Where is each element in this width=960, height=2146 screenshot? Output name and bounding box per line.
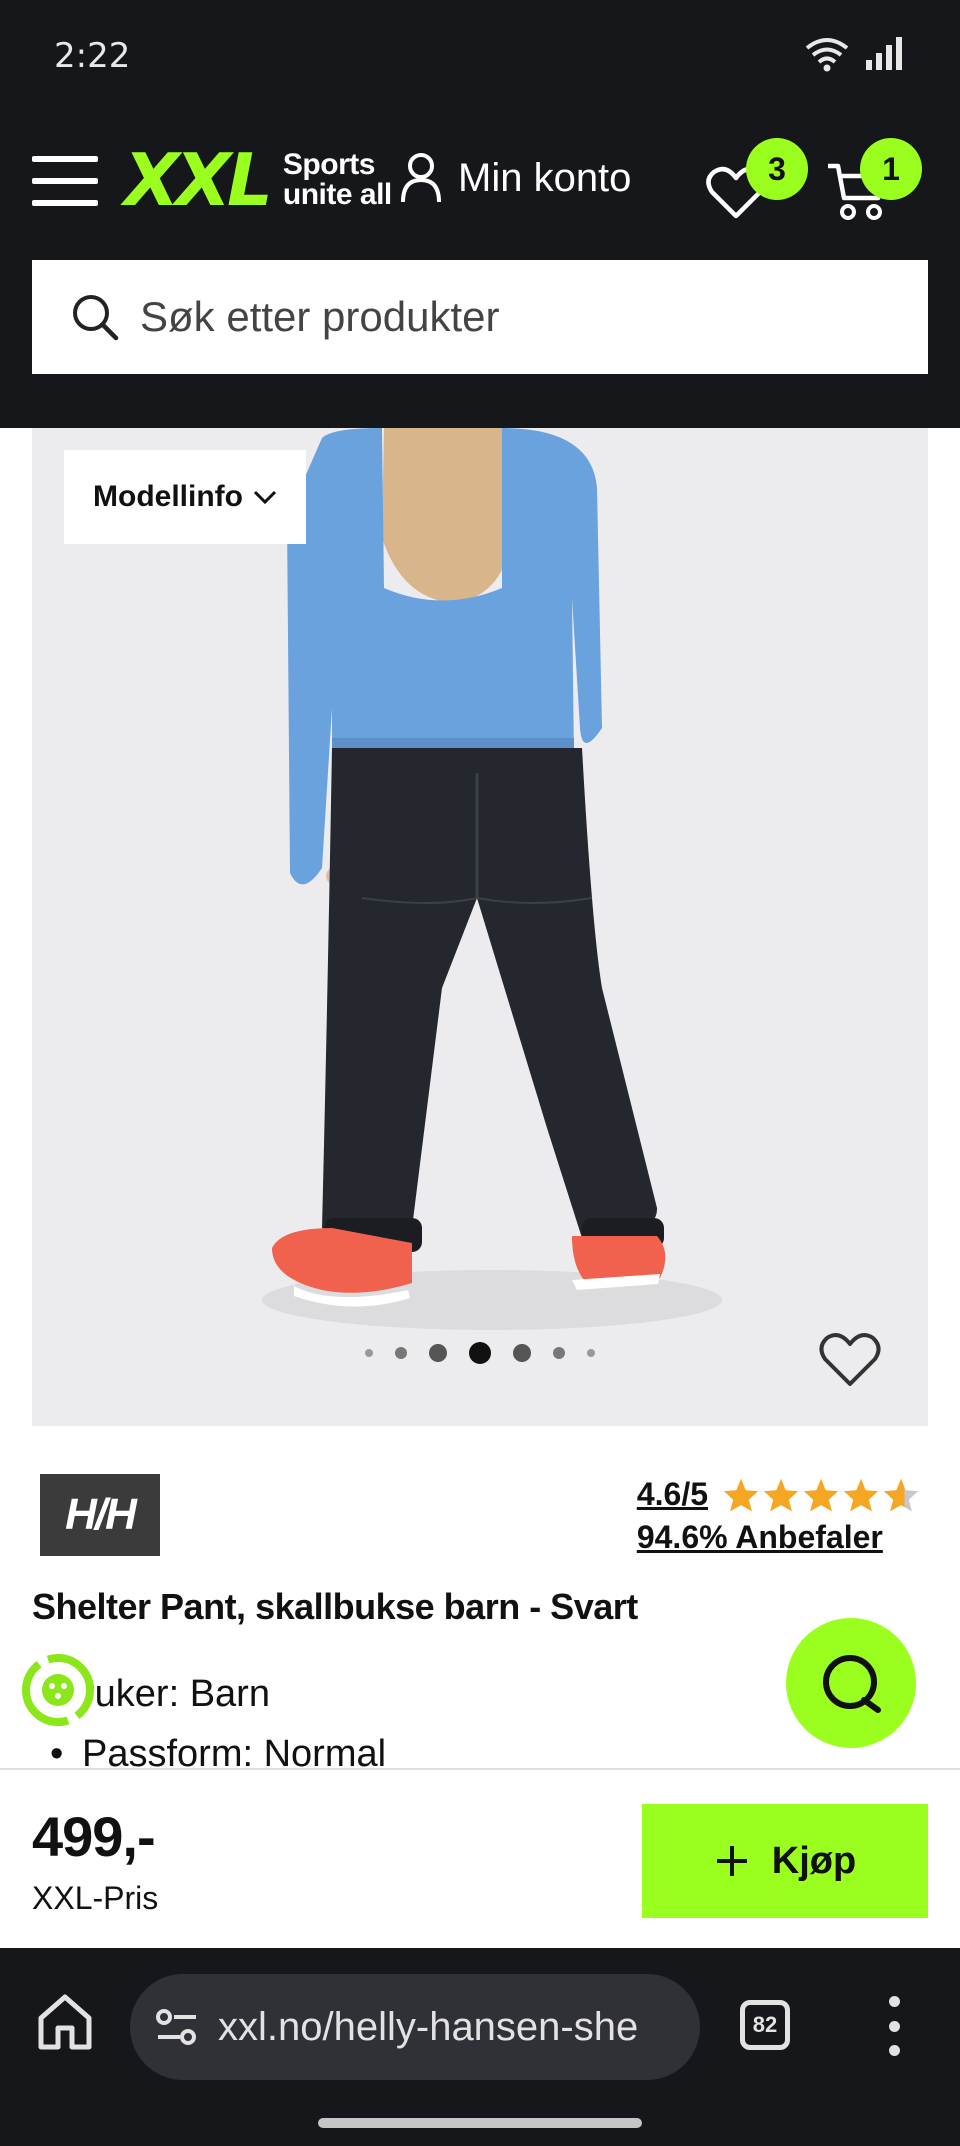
recycle-icon [22,1654,94,1726]
search-placeholder: Søk etter produkter [140,293,500,340]
price-label: XXL-Pris [32,1880,159,1916]
menu-icon-line [32,156,98,162]
pagination-dot[interactable] [429,1344,447,1362]
xxl-logo[interactable]: XXL Sports unite all [124,144,392,216]
menu-icon-line [32,178,98,184]
recommend-percentage[interactable]: 94.6% Anbefaler [637,1519,920,1556]
more-dot [888,1996,900,2007]
user-icon [401,153,441,203]
status-icons [804,36,904,72]
rating-stars [722,1477,920,1513]
gallery-pagination [32,1342,928,1364]
brand-logo-text: H/H [65,1490,137,1539]
product-rating[interactable]: 4.6/5 94.6% Anbefaler [637,1476,920,1556]
star-icon [723,1478,759,1511]
more-dot [888,2045,900,2056]
star-icon [883,1478,919,1511]
pagination-dot[interactable] [513,1344,531,1362]
buy-bar: 499,- XXL-Pris Kjøp [0,1768,960,1948]
home-button[interactable] [36,1992,94,2052]
signal-icon [866,37,902,70]
product-price: 499,- [32,1805,156,1868]
pagination-dot[interactable] [365,1349,373,1357]
add-to-wishlist-button[interactable] [818,1330,888,1392]
chevron-down-icon [253,490,277,505]
heart-outline-icon [819,1333,881,1386]
tab-count: 82 [752,2012,778,2037]
search-input[interactable]: Søk etter produkter [32,260,928,374]
logo-tagline-line-1: Sports [282,148,376,181]
product-image-gallery[interactable]: Modellinfo [32,428,928,1426]
cart-button[interactable]: 1 [826,138,922,220]
chat-bubble-icon [823,1655,881,1713]
sustainability-icon[interactable] [20,1652,96,1728]
more-options-button[interactable] [882,1996,906,2056]
buy-label: Kjøp [771,1839,857,1882]
wishlist-button[interactable]: 3 [706,138,808,219]
more-dot [888,2020,900,2032]
menu-icon-line [32,200,98,206]
wishlist-count-badge: 3 [746,138,808,200]
rating-score[interactable]: 4.6/5 [637,1476,708,1513]
product-photo [32,428,928,1426]
buy-button[interactable]: Kjøp [642,1804,928,1918]
site-settings-icon [156,2009,196,2045]
chat-button[interactable] [786,1618,916,1748]
star-icon [803,1478,839,1511]
pagination-dot[interactable] [553,1347,565,1359]
model-info-dropdown[interactable]: Modellinfo [64,450,306,544]
browser-toolbar: xxl.no/helly-hansen-she 82 [0,1948,960,2146]
menu-button[interactable] [32,156,98,206]
url-text: xxl.no/helly-hansen-she [218,2004,639,2049]
plus-icon [716,1846,747,1876]
account-label: Min konto [458,155,632,200]
logo-tagline: Sports unite all [283,150,392,210]
pagination-dot[interactable] [587,1349,595,1357]
star-icon [843,1478,879,1511]
gesture-bar [318,2118,642,2128]
brand-logo[interactable]: H/H [40,1474,160,1556]
status-bar: 2:22 [0,0,960,110]
home-icon [38,1994,92,2050]
logo-wordmark: XXL [124,138,273,222]
url-bar[interactable]: xxl.no/helly-hansen-she [130,1974,700,2080]
pagination-dot-active[interactable] [469,1342,491,1364]
tab-switcher-button[interactable]: 82 [740,2000,790,2050]
account-link[interactable]: Min konto [400,152,631,204]
pagination-dot[interactable] [395,1347,407,1359]
wifi-icon [805,38,849,72]
site-header: XXL Sports unite all Min konto 3 1 Søk e… [0,110,960,428]
status-time: 2:22 [54,36,131,76]
cart-count-badge: 1 [860,138,922,200]
model-info-label: Modellinfo [93,480,243,513]
star-icon [763,1478,799,1511]
product-title: Shelter Pant, skallbukse barn - Svart [32,1586,638,1627]
search-icon [73,295,119,341]
logo-tagline-line-2: unite all [282,178,392,211]
